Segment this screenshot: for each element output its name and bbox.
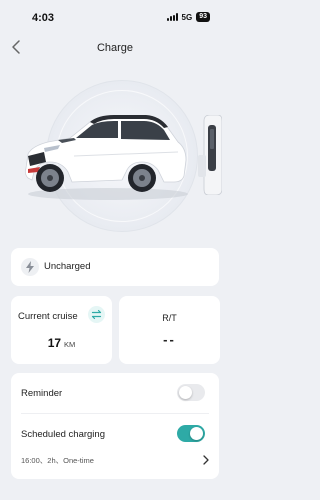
toggle-knob: [190, 427, 203, 440]
cruise-number: 17: [47, 336, 62, 350]
charging-station-image: [198, 115, 222, 195]
network-label: 5G: [181, 12, 193, 22]
cruise-unit: KM: [64, 340, 76, 349]
status-bar: 4:03 5G 93: [0, 0, 230, 34]
page-title: Charge: [96, 42, 134, 54]
chevron-right-icon[interactable]: [202, 455, 210, 465]
swap-icon[interactable]: [88, 306, 105, 323]
nav-bar: Charge: [0, 34, 230, 62]
charge-status-card: Uncharged: [11, 248, 219, 286]
cruise-value: 17 KM: [11, 334, 112, 352]
schedule-detail: 16:00、2h、One-time: [21, 456, 94, 465]
charge-status-label: Uncharged: [44, 261, 91, 272]
status-time: 4:03: [32, 12, 55, 24]
status-icons: 5G 93: [166, 12, 210, 22]
scheduled-charging-toggle[interactable]: [177, 425, 205, 442]
scheduled-charging-label: Scheduled charging: [21, 429, 105, 440]
reminder-toggle[interactable]: [177, 384, 205, 401]
current-cruise-card: Current cruise 17 KM: [11, 296, 112, 364]
rt-value: --: [163, 332, 176, 347]
charging-settings-card: Reminder Scheduled charging 16:00、2h、One…: [11, 373, 219, 479]
rt-label: R/T: [162, 313, 177, 323]
divider: [21, 413, 209, 414]
signal-icon: [166, 13, 178, 21]
hero-section: [0, 70, 230, 240]
cruise-label: Current cruise: [18, 311, 78, 322]
lightning-icon: [21, 258, 39, 276]
white-suv-image: [24, 115, 188, 200]
battery-icon: 93: [196, 12, 210, 22]
reminder-label: Reminder: [21, 388, 63, 399]
rt-card: R/T --: [119, 296, 220, 364]
toggle-knob: [179, 386, 192, 399]
